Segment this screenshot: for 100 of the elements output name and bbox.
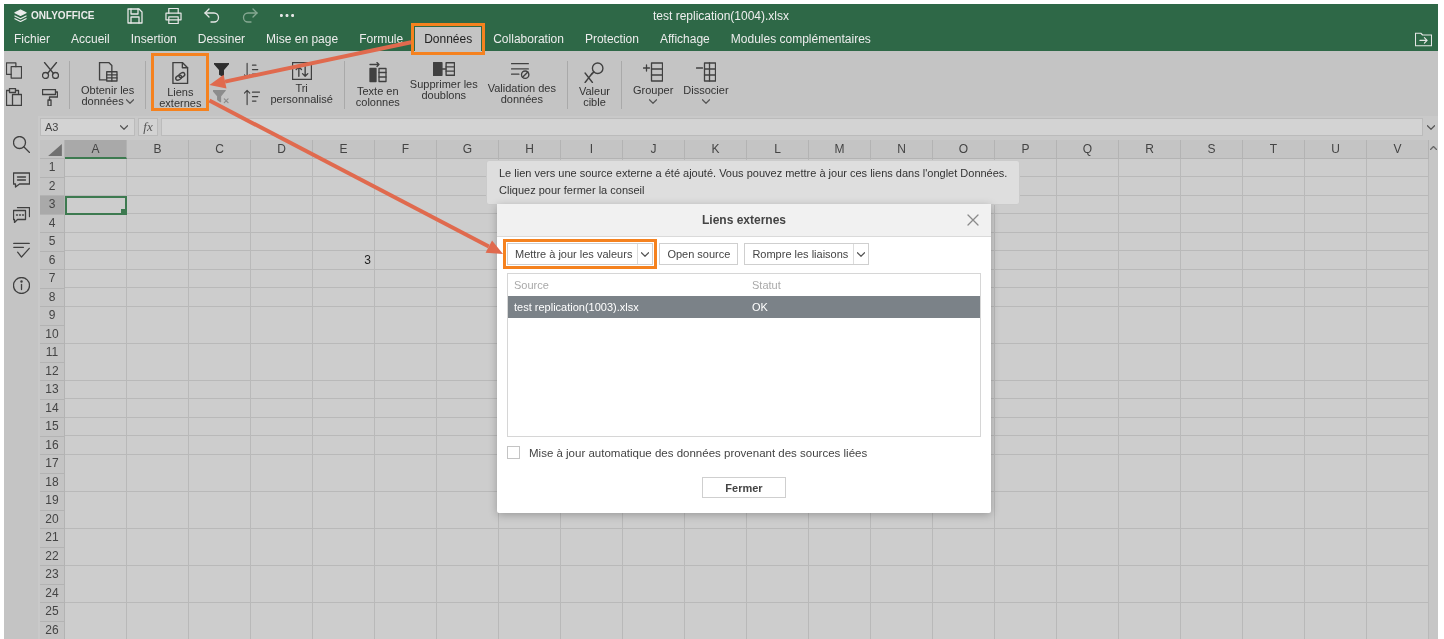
selected-cell[interactable] — [65, 196, 127, 215]
formula-input-field[interactable] — [161, 118, 1423, 136]
column-header[interactable]: O — [933, 140, 995, 159]
toolbar-button[interactable]: Valeur cible — [577, 57, 612, 107]
column-header: Statut — [751, 279, 782, 291]
column-header[interactable]: K — [685, 140, 747, 159]
save-icon[interactable] — [126, 7, 143, 24]
copy-icon[interactable] — [6, 61, 22, 79]
row-header[interactable]: 19 — [40, 492, 65, 511]
column-header[interactable]: E — [313, 140, 375, 159]
menu-tab[interactable]: Collaboration — [484, 27, 573, 51]
menu-tab[interactable]: Dessiner — [188, 27, 255, 51]
column-header[interactable]: L — [747, 140, 809, 159]
remove-duplicates-icon — [432, 62, 455, 76]
caret-icon — [120, 124, 128, 130]
column-header[interactable]: Q — [1057, 140, 1119, 159]
menu-tab[interactable]: Protection — [575, 27, 648, 51]
spellcheck-icon[interactable] — [12, 242, 30, 258]
table-row[interactable]: test replication(1003).xlsx OK — [508, 296, 980, 318]
close-icon[interactable] — [967, 214, 979, 226]
close-dialog-button[interactable]: Fermer — [702, 477, 786, 498]
row-header[interactable]: 7 — [40, 270, 65, 289]
caret-icon — [701, 99, 710, 104]
cell-name-field[interactable]: A3 — [40, 118, 135, 136]
split-button[interactable]: Mettre à jour les valeurs — [507, 243, 654, 265]
menu-tab[interactable]: Accueil — [62, 27, 119, 51]
menu-tab[interactable]: Mise en page — [257, 27, 348, 51]
column-header[interactable]: S — [1181, 140, 1243, 159]
more-icon[interactable] — [279, 14, 294, 17]
split-button[interactable]: Rompre les liaisons — [744, 243, 870, 265]
row-header[interactable]: 23 — [40, 566, 65, 585]
table-cell-text: test replication(1003).xlsx — [513, 301, 640, 313]
comment-icon[interactable] — [12, 172, 30, 188]
select-all-triangle-icon[interactable] — [48, 144, 62, 156]
tooltip[interactable]: Le lien vers une source externe a été ajouté. Vous pouvez mettre à jour ces liens dans l'onglet Données. Cliquez pour fermer la conseil — [486, 160, 1021, 205]
column-header[interactable]: G — [437, 140, 499, 159]
column-header[interactable]: I — [561, 140, 623, 159]
row-header[interactable]: 21 — [40, 529, 65, 548]
info-icon[interactable] — [12, 277, 30, 294]
toolbar-button[interactable]: Supprimer les doublons — [407, 57, 480, 107]
sort-descending-icon[interactable] — [244, 88, 261, 106]
row-header[interactable]: 25 — [40, 603, 65, 622]
menu-tab[interactable]: Affichage — [650, 27, 719, 51]
column-header[interactable]: B — [127, 140, 189, 159]
column-header[interactable]: P — [995, 140, 1057, 159]
goal-seek-icon — [583, 62, 606, 83]
menu-tab[interactable]: Fichier — [5, 27, 59, 51]
row-header[interactable]: 1 — [40, 159, 65, 178]
checkbox[interactable] — [507, 446, 520, 459]
search-icon[interactable] — [12, 136, 30, 153]
chat-icon[interactable] — [12, 207, 30, 223]
toolbar-button[interactable]: Liens externes — [155, 57, 206, 107]
column-header[interactable]: T — [1243, 140, 1305, 159]
column-header[interactable]: V — [1367, 140, 1429, 159]
toolbar-button[interactable]: Texte en colonnes — [353, 57, 402, 107]
column-header: Source — [513, 279, 550, 291]
fill-handle-icon[interactable] — [121, 208, 126, 214]
toolbar-button[interactable]: Validation des données — [485, 57, 558, 107]
row-header[interactable]: 3 — [40, 196, 65, 215]
menu-tab[interactable]: Insertion — [121, 27, 186, 51]
menu-tab[interactable]: Modules complémentaires — [721, 27, 880, 51]
column-header[interactable]: F — [375, 140, 437, 159]
column-header[interactable]: R — [1119, 140, 1181, 159]
text-to-columns-icon — [367, 62, 388, 83]
caret-icon — [649, 99, 658, 104]
toolbar-button[interactable]: Tri personnalisé — [268, 57, 335, 107]
row-header[interactable]: 15 — [40, 418, 65, 437]
caret-icon — [857, 251, 866, 257]
column-header[interactable]: N — [871, 140, 933, 159]
folder-arrow-icon[interactable] — [1415, 31, 1432, 47]
table-document-icon — [97, 62, 118, 82]
row-header[interactable]: 11 — [40, 344, 65, 363]
column-header[interactable]: U — [1305, 140, 1367, 159]
print-icon[interactable] — [164, 7, 182, 24]
column-header[interactable]: H — [499, 140, 561, 159]
insert-function-button[interactable]: fx — [138, 118, 158, 136]
filter-icon[interactable] — [213, 63, 229, 77]
ungroup-rows-icon — [695, 62, 716, 82]
column-header[interactable]: A — [65, 140, 127, 159]
row-header[interactable]: 17 — [40, 455, 65, 474]
paste-icon[interactable] — [6, 88, 22, 106]
scroll-up-icon[interactable] — [1430, 146, 1437, 150]
column-header[interactable]: C — [189, 140, 251, 159]
table-cell-text: 3 — [363, 251, 372, 269]
undo-icon[interactable] — [203, 8, 220, 23]
caret-icon[interactable] — [1427, 124, 1435, 130]
column-header[interactable]: J — [623, 140, 685, 159]
menu-tab[interactable]: Données — [415, 27, 482, 51]
row-header[interactable]: 9 — [40, 307, 65, 326]
row-header[interactable]: 13 — [40, 381, 65, 400]
toolbar-button[interactable]: Grouper — [630, 57, 676, 107]
menu-tab[interactable]: Formule — [350, 27, 413, 51]
dialog-button[interactable]: Open source — [659, 243, 739, 265]
toolbar-button[interactable]: Dissocier — [681, 57, 731, 107]
cut-icon[interactable] — [41, 61, 59, 79]
format-painter-icon[interactable] — [42, 88, 58, 106]
group-rows-icon — [643, 62, 664, 82]
toolbar-button[interactable]: Obtenir les données — [79, 57, 137, 107]
row-header[interactable]: 5 — [40, 233, 65, 252]
column-header[interactable]: M — [809, 140, 871, 159]
